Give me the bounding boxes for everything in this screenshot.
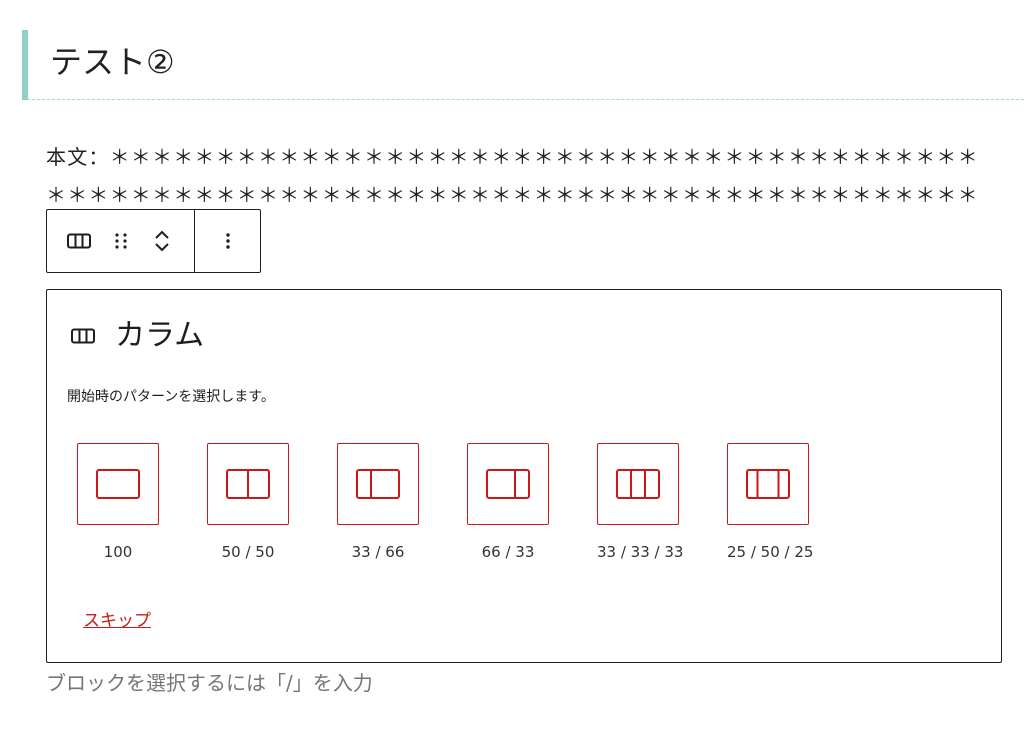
variation-button-100[interactable] (77, 443, 159, 525)
variation-item: 100 (77, 443, 207, 561)
toolbar-block-group (47, 210, 195, 272)
layout-100-icon (96, 469, 140, 499)
block-toolbar (46, 209, 261, 273)
editor-canvas: テスト② 本文：＊＊＊＊＊＊＊＊＊＊＊＊＊＊＊＊＊＊＊＊＊＊＊＊＊＊＊＊＊＊＊＊… (0, 0, 1024, 739)
columns-icon (67, 233, 91, 249)
layout-33-33-33-icon (616, 469, 660, 499)
block-type-button[interactable] (67, 233, 91, 249)
columns-icon (71, 328, 95, 344)
variation-button-33-33-33[interactable] (597, 443, 679, 525)
drag-handle-icon (115, 233, 127, 249)
variation-button-50-50[interactable] (207, 443, 289, 525)
drag-handle-button[interactable] (113, 231, 129, 251)
placeholder-title: カラム (115, 318, 205, 353)
more-options-button[interactable] (225, 231, 231, 251)
layout-25-50-25-icon (746, 469, 790, 499)
skip-link[interactable]: スキップ (83, 606, 151, 631)
columns-placeholder: カラム 開始時のパターンを選択します。 100 50 / 50 33 / 66 … (46, 289, 1002, 663)
layout-frame (746, 469, 790, 499)
layout-66-33-icon (486, 469, 530, 499)
block-mover (153, 227, 171, 255)
variation-label: 66 / 33 (481, 543, 535, 561)
layout-frame (356, 469, 400, 499)
chevron-up-icon[interactable] (153, 227, 171, 241)
variation-item: 50 / 50 (207, 443, 337, 561)
variation-label: 33 / 66 (351, 543, 405, 561)
chevron-down-icon[interactable] (153, 241, 171, 255)
variation-button-25-50-25[interactable] (727, 443, 809, 525)
toolbar-options-group (195, 210, 260, 272)
heading-block[interactable]: テスト② (22, 30, 1024, 100)
heading-accent-bar (22, 30, 28, 100)
layout-50-50-icon (226, 469, 270, 499)
variation-label: 100 (103, 543, 133, 561)
variation-item: 25 / 50 / 25 (727, 443, 857, 561)
layout-frame (616, 469, 660, 499)
placeholder-instructions: 開始時のパターンを選択します。 (67, 389, 275, 405)
layout-frame (96, 469, 140, 499)
variation-label: 50 / 50 (221, 543, 275, 561)
variation-button-33-66[interactable] (337, 443, 419, 525)
variation-list: 100 50 / 50 33 / 66 66 / 33 33 / 33 / 33… (77, 443, 857, 561)
block-appender-placeholder[interactable]: ブロックを選択するには「/」を入力 (46, 668, 373, 698)
variation-item: 33 / 33 / 33 (597, 443, 727, 561)
variation-label: 33 / 33 / 33 (597, 543, 684, 561)
variation-label: 25 / 50 / 25 (727, 543, 814, 561)
heading-text[interactable]: テスト② (50, 40, 175, 84)
variation-item: 33 / 66 (337, 443, 467, 561)
more-vertical-icon (225, 233, 230, 249)
variation-button-66-33[interactable] (467, 443, 549, 525)
variation-item: 66 / 33 (467, 443, 597, 561)
layout-frame (486, 469, 530, 499)
placeholder-label: カラム (71, 316, 204, 356)
layout-33-66-icon (356, 469, 400, 499)
